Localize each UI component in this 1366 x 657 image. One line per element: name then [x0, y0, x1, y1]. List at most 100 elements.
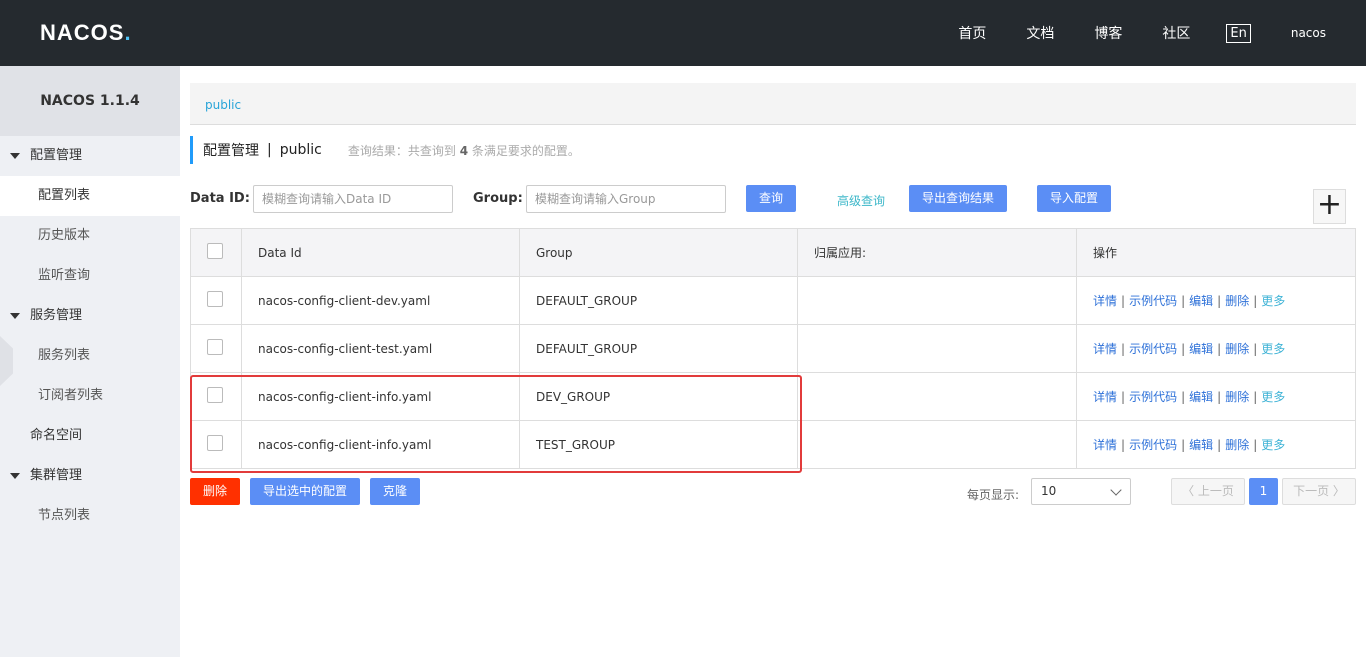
export-results-button[interactable]: 导出查询结果 [909, 185, 1007, 212]
namespace-public-link[interactable]: public [205, 98, 241, 112]
next-page-button[interactable]: 下一页 〉 [1282, 478, 1356, 505]
row-dataid: nacos-config-client-info.yaml [241, 420, 520, 469]
prev-page-button[interactable]: 〈 上一页 [1171, 478, 1245, 505]
row-ops: 详情 | 示例代码 | 编辑 | 删除 | 更多 [1076, 324, 1356, 373]
nav-home[interactable]: 首页 [958, 23, 986, 43]
select-all-checkbox[interactable] [207, 243, 223, 259]
op-sep: | [1253, 390, 1258, 404]
import-config-button[interactable]: 导入配置 [1037, 185, 1111, 212]
sidebar-group-config[interactable]: 配置管理 [0, 136, 180, 176]
language-toggle[interactable]: En [1226, 23, 1251, 43]
nav-blog[interactable]: 博客 [1094, 23, 1122, 43]
table-row: nacos-config-client-test.yaml DEFAULT_GR… [190, 324, 1356, 373]
more-link[interactable]: 更多 [1261, 342, 1285, 356]
delete-link[interactable]: 删除 [1225, 390, 1249, 404]
col-dataid: Data Id [241, 228, 520, 277]
row-select-cell [190, 372, 242, 421]
group-search-input[interactable]: 模糊查询请输入Group [526, 185, 726, 213]
result-suffix: 条满足要求的配置。 [471, 143, 580, 158]
page-1-button[interactable]: 1 [1249, 478, 1278, 505]
delete-link[interactable]: 删除 [1225, 294, 1249, 308]
edit-link[interactable]: 编辑 [1189, 294, 1213, 308]
op-sep: | [1121, 342, 1126, 356]
per-page-select[interactable]: 10 [1031, 478, 1131, 505]
row-dataid: nacos-config-client-dev.yaml [241, 276, 520, 325]
select-all-cell [190, 228, 242, 277]
op-sep: | [1121, 438, 1126, 452]
sample-code-link[interactable]: 示例代码 [1129, 342, 1177, 356]
row-checkbox[interactable] [207, 387, 223, 403]
logo-dot: . [124, 20, 132, 45]
row-app [797, 324, 1077, 373]
op-sep: | [1181, 294, 1186, 308]
op-sep: | [1181, 390, 1186, 404]
op-sep: | [1217, 342, 1222, 356]
more-link[interactable]: 更多 [1261, 438, 1285, 452]
sample-code-link[interactable]: 示例代码 [1129, 438, 1177, 452]
op-sep: | [1253, 438, 1258, 452]
row-group: TEST_GROUP [519, 420, 798, 469]
op-sep: | [1121, 390, 1126, 404]
row-group: DEV_GROUP [519, 372, 798, 421]
detail-link[interactable]: 详情 [1093, 390, 1117, 404]
detail-link[interactable]: 详情 [1093, 294, 1117, 308]
col-group: Group [519, 228, 798, 277]
op-sep: | [1217, 438, 1222, 452]
sample-code-link[interactable]: 示例代码 [1129, 294, 1177, 308]
page-title: 配置管理 | public 查询结果：共查询到 4 条满足要求的配置。 [190, 136, 580, 164]
nav-docs[interactable]: 文档 [1026, 23, 1054, 43]
nacos-logo[interactable]: NACOS. [40, 20, 132, 46]
page-title-main: 配置管理 [203, 143, 259, 159]
group-label: Group: [473, 191, 523, 206]
dataid-search-input[interactable]: 模糊查询请输入Data ID [253, 185, 453, 213]
op-sep: | [1181, 438, 1186, 452]
row-checkbox[interactable] [207, 339, 223, 355]
query-button[interactable]: 查询 [746, 185, 796, 212]
add-config-button[interactable]: + [1313, 189, 1346, 224]
row-dataid: nacos-config-client-test.yaml [241, 324, 520, 373]
table-row: nacos-config-client-dev.yaml DEFAULT_GRO… [190, 276, 1356, 325]
sample-code-link[interactable]: 示例代码 [1129, 390, 1177, 404]
sidebar-item-subscriber-list[interactable]: 订阅者列表 [0, 376, 180, 416]
sidebar-item-listener-query[interactable]: 监听查询 [0, 256, 180, 296]
op-sep: | [1217, 390, 1222, 404]
delete-link[interactable]: 删除 [1225, 342, 1249, 356]
sidebar-group-cluster[interactable]: 集群管理 [0, 456, 180, 496]
row-dataid: nacos-config-client-info.yaml [241, 372, 520, 421]
result-count: 4 [459, 143, 469, 158]
sidebar-item-history[interactable]: 历史版本 [0, 216, 180, 256]
delete-link[interactable]: 删除 [1225, 438, 1249, 452]
query-result-summary: 查询结果：共查询到 4 条满足要求的配置。 [348, 142, 580, 159]
op-sep: | [1253, 342, 1258, 356]
sidebar-item-service-list[interactable]: 服务列表 [0, 336, 180, 376]
namespace-bar: public [190, 83, 1356, 125]
detail-link[interactable]: 详情 [1093, 438, 1117, 452]
clone-button[interactable]: 克隆 [370, 478, 420, 505]
sidebar-item-namespace[interactable]: 命名空间 [0, 416, 180, 456]
sidebar-group-service[interactable]: 服务管理 [0, 296, 180, 336]
advanced-query-link[interactable]: 高级查询 [837, 192, 885, 209]
more-link[interactable]: 更多 [1261, 390, 1285, 404]
op-sep: | [1121, 294, 1126, 308]
export-selected-button[interactable]: 导出选中的配置 [250, 478, 360, 505]
op-sep: | [1217, 294, 1222, 308]
edit-link[interactable]: 编辑 [1189, 342, 1213, 356]
top-header: NACOS. 首页 文档 博客 社区 En nacos [0, 0, 1366, 66]
row-select-cell [190, 276, 242, 325]
sidebar-group-label: 配置管理 [30, 148, 83, 163]
edit-link[interactable]: 编辑 [1189, 438, 1213, 452]
user-menu[interactable]: nacos [1291, 26, 1326, 40]
sidebar-item-node-list[interactable]: 节点列表 [0, 496, 180, 536]
more-link[interactable]: 更多 [1261, 294, 1285, 308]
sidebar-item-config-list[interactable]: 配置列表 [0, 176, 180, 216]
caret-down-icon [10, 153, 20, 159]
table-row: nacos-config-client-info.yaml DEV_GROUP … [190, 372, 1356, 421]
edit-link[interactable]: 编辑 [1189, 390, 1213, 404]
detail-link[interactable]: 详情 [1093, 342, 1117, 356]
per-page-value: 10 [1041, 484, 1057, 498]
row-group: DEFAULT_GROUP [519, 324, 798, 373]
row-checkbox[interactable] [207, 435, 223, 451]
row-checkbox[interactable] [207, 291, 223, 307]
batch-delete-button[interactable]: 删除 [190, 478, 240, 505]
nav-community[interactable]: 社区 [1162, 23, 1190, 43]
